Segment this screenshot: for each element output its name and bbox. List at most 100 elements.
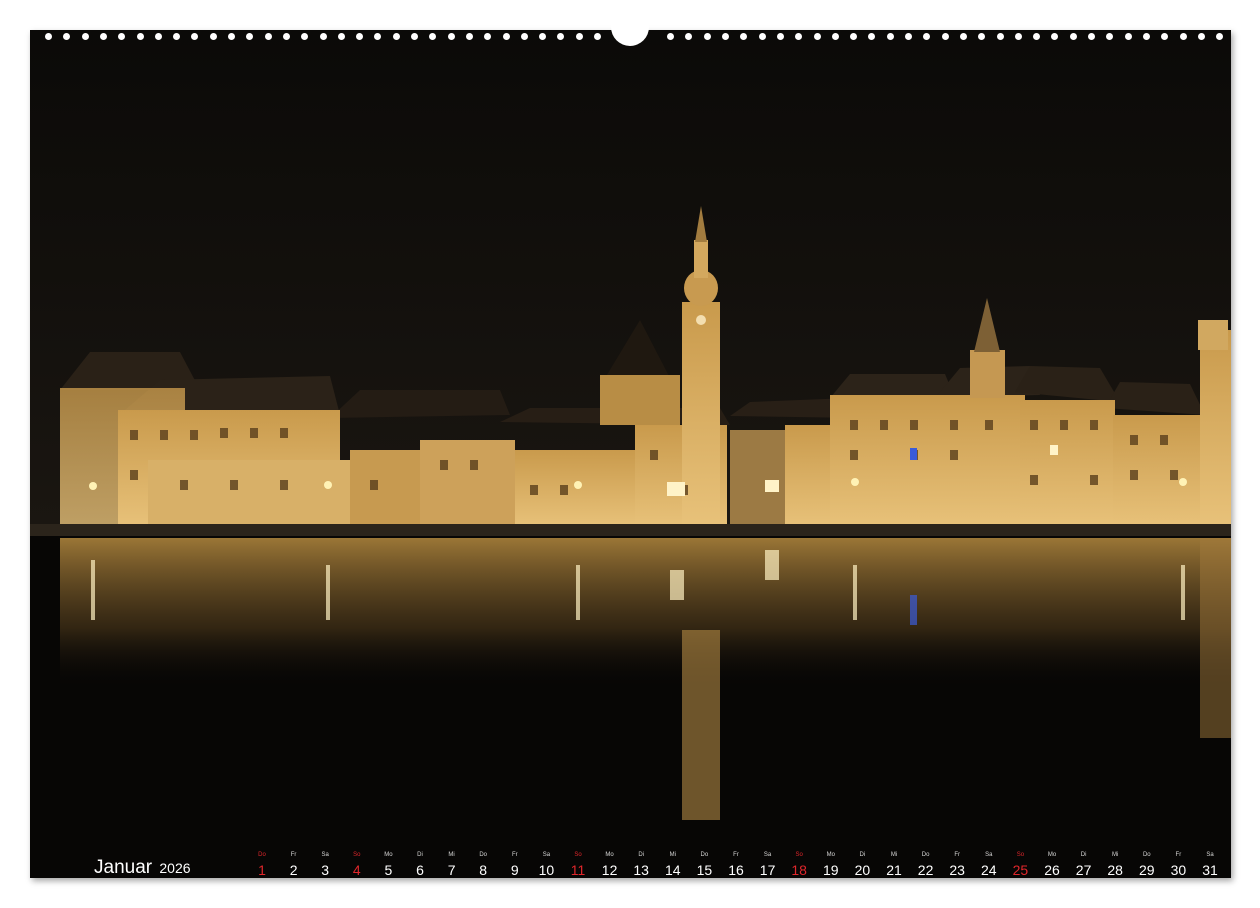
weekday-label: Fr [733,852,739,858]
weekday-label: So [1016,852,1025,858]
weekday-label: Sa [1206,852,1214,858]
day-cell: Do 29 [1135,852,1159,878]
day-cell: Do 8 [471,852,495,878]
weekday-label: Mi [669,852,676,858]
month-name: Januar [94,857,153,878]
weekday-label: Do [258,852,266,858]
day-cell: Mo 12 [598,852,622,878]
day-cell: Di 13 [629,852,653,878]
weekday-label: Di [417,852,423,858]
weekday-label: Fr [954,852,961,858]
weekday-label: Mo [1047,852,1057,858]
day-cell: Fr 9 [503,852,527,878]
day-number: 18 [791,862,807,878]
weekday-label: Di [1080,852,1087,858]
day-number: 26 [1044,862,1060,878]
weekday-label: Mi [1112,852,1119,858]
day-cell: Mo 26 [1040,852,1064,878]
day-cell: Sa 10 [534,852,558,878]
weekday-label: Do [700,852,709,858]
day-number: 7 [447,862,456,878]
day-number: 31 [1202,862,1218,878]
day-number: 20 [854,862,871,878]
day-cell: Di 27 [1072,852,1096,878]
day-cell: So 11 [566,852,590,878]
day-number: 12 [601,862,618,878]
weekday-label: Do [1142,852,1151,858]
day-cell: Di 20 [850,852,874,878]
weekday-label: Fr [511,852,518,858]
weekday-label: So [353,852,361,858]
weekday-label: So [795,852,803,858]
day-number: 25 [1012,862,1029,878]
day-number: 19 [823,862,839,878]
day-number: 10 [538,862,555,878]
day-number: 24 [981,862,997,878]
weekday-label: Sa [321,852,329,858]
day-cell: Sa 31 [1198,852,1222,878]
day-cell: Sa 17 [756,852,780,878]
day-number: 9 [510,862,519,878]
weekday-label: Mo [605,852,614,858]
day-cell: So 18 [787,852,811,878]
day-cell: Di 6 [408,852,432,878]
day-cell: Do 15 [692,852,716,878]
day-cell: Do 1 [250,852,274,878]
month-title: Januar 2026 [94,857,191,878]
day-cell: Fr 23 [945,852,969,878]
weekday-label: Do [479,852,488,858]
day-number: 2 [289,862,298,878]
weekday-label: Fr [290,852,297,858]
day-number: 11 [570,862,586,878]
weekday-label: Di [638,852,645,858]
weekday-label: Fr [1175,852,1182,858]
weekday-label: Sa [985,852,993,858]
weekday-label: Mo [384,852,393,858]
day-cell: Sa 3 [313,852,337,878]
weekday-label: Sa [763,852,772,858]
calendar-photo: Januar 2026 Do 1 Fr 2 Sa 3 So 4 Mo 5 Di 6 Mi 7 Do 8 Fr 9 S… [30,30,1231,878]
day-cell: Fr 16 [724,852,748,878]
day-number: 17 [759,862,776,878]
day-cell: Sa 24 [977,852,1001,878]
day-number: 8 [479,862,488,878]
day-cell: So 25 [1008,852,1032,878]
day-number: 13 [633,862,649,878]
day-number: 22 [917,862,934,878]
day-number: 5 [384,862,393,878]
day-number: 23 [949,862,965,878]
day-cell: Do 22 [914,852,938,878]
day-number: 3 [321,862,330,878]
weekday-label: So [574,852,582,858]
day-cell: Mi 21 [882,852,906,878]
day-number: 30 [1170,862,1187,878]
day-number: 4 [352,862,361,878]
weekday-label: Sa [542,852,551,858]
weekday-label: Mo [826,852,835,858]
weekday-label: Di [859,852,866,858]
day-cell: Mo 19 [819,852,843,878]
day-number: 16 [728,862,744,878]
day-row: Do 1 Fr 2 Sa 3 So 4 Mo 5 Di 6 Mi 7 Do 8 Fr 9 Sa 10 So 11 Mo 12 D… [250,852,1231,878]
weekday-label: Do [921,852,930,858]
year-label: 2026 [159,860,191,876]
day-cell: Mi 28 [1103,852,1127,878]
day-number: 6 [416,862,424,878]
day-number: 14 [665,862,681,878]
day-cell: Mo 5 [376,852,400,878]
day-cell: Fr 30 [1166,852,1190,878]
day-cell: Mi 14 [661,852,685,878]
day-number: 1 [258,862,266,878]
day-number: 15 [696,862,713,878]
calendar-strip: Januar 2026 Do 1 Fr 2 Sa 3 So 4 Mo 5 Di 6 Mi 7 Do 8 Fr 9 S… [60,845,1231,878]
weekday-label: Mi [890,852,898,858]
day-number: 28 [1107,862,1123,878]
day-number: 29 [1139,862,1155,878]
night-town-river-photo [30,30,1231,878]
day-cell: So 4 [345,852,369,878]
day-number: 21 [886,862,902,878]
day-number: 27 [1075,862,1092,878]
day-cell: Fr 2 [282,852,306,878]
weekday-label: Mi [448,852,455,858]
day-cell: Mi 7 [440,852,464,878]
